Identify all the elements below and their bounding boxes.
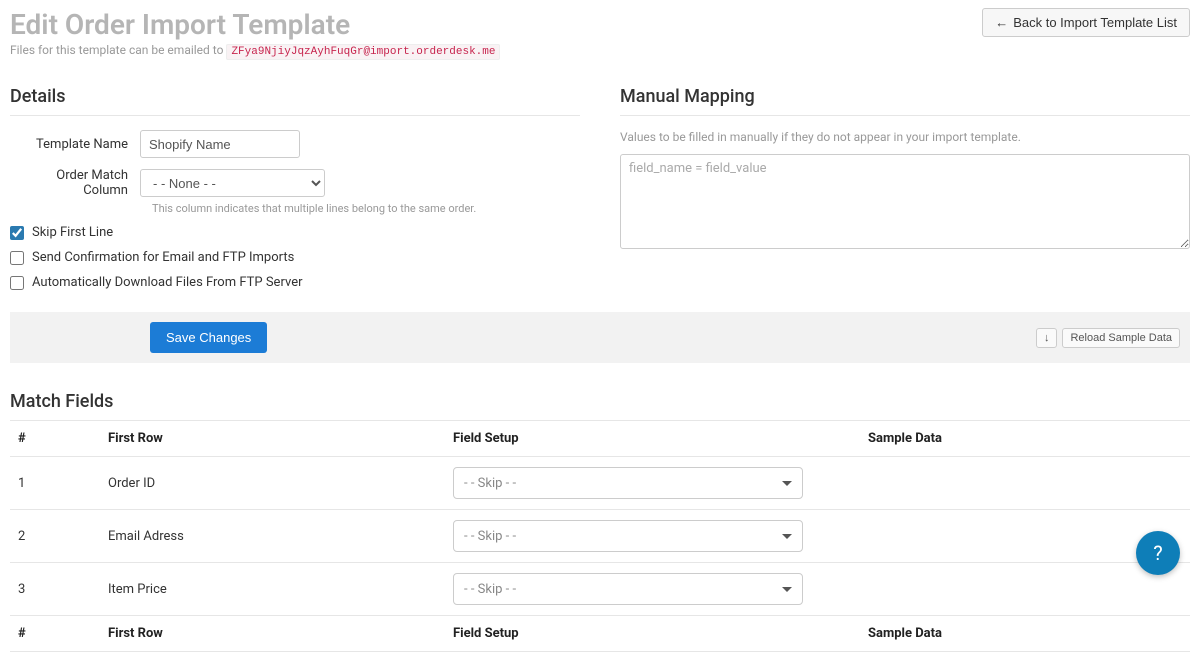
field-setup-select[interactable]: - - Skip - - bbox=[453, 573, 803, 605]
table-row: 3Item Price - - Skip - - bbox=[10, 563, 1190, 616]
reload-sample-button[interactable]: Reload Sample Data bbox=[1062, 328, 1180, 348]
details-section-title: Details bbox=[10, 86, 580, 116]
field-setup-value: - - Skip - - bbox=[464, 529, 516, 544]
row-first-row: Order ID bbox=[100, 457, 445, 510]
row-num: 1 bbox=[10, 457, 100, 510]
field-setup-select[interactable]: - - Skip - - bbox=[453, 467, 803, 499]
arrow-left-icon bbox=[995, 15, 1008, 30]
order-match-select[interactable]: - - None - - bbox=[140, 169, 325, 197]
chevron-down-icon bbox=[782, 481, 792, 486]
table-row: 2Email Adress - - Skip - - bbox=[10, 510, 1190, 563]
help-fab-button[interactable]: ? bbox=[1136, 531, 1180, 575]
col-footer-field-setup: Field Setup bbox=[445, 616, 860, 652]
row-sample-data bbox=[860, 457, 1190, 510]
skip-first-line-checkbox[interactable] bbox=[10, 226, 24, 240]
match-fields-title: Match Fields bbox=[10, 391, 1190, 421]
col-header-first-row: First Row bbox=[100, 421, 445, 457]
col-header-sample-data: Sample Data bbox=[860, 421, 1190, 457]
row-num: 2 bbox=[10, 510, 100, 563]
manual-mapping-title: Manual Mapping bbox=[620, 86, 1190, 116]
row-field-setup-cell: - - Skip - - bbox=[445, 510, 860, 563]
row-field-setup-cell: - - Skip - - bbox=[445, 563, 860, 616]
chevron-down-icon bbox=[782, 534, 792, 539]
save-changes-button[interactable]: Save Changes bbox=[150, 322, 267, 353]
manual-mapping-textarea[interactable] bbox=[620, 154, 1190, 249]
row-first-row: Email Adress bbox=[100, 510, 445, 563]
field-setup-select[interactable]: - - Skip - - bbox=[453, 520, 803, 552]
auto-download-label: Automatically Download Files From FTP Se… bbox=[32, 275, 303, 290]
col-header-num: # bbox=[10, 421, 100, 457]
send-confirmation-label: Send Confirmation for Email and FTP Impo… bbox=[32, 250, 294, 265]
manual-mapping-desc: Values to be filled in manually if they … bbox=[620, 130, 1190, 144]
send-confirmation-checkbox[interactable] bbox=[10, 251, 24, 265]
reload-icon-button[interactable]: ↓ bbox=[1036, 328, 1058, 348]
template-name-label: Template Name bbox=[10, 137, 140, 152]
order-match-label: Order Match Column bbox=[10, 168, 140, 198]
table-row: 1Order ID - - Skip - - bbox=[10, 457, 1190, 510]
col-footer-first-row: First Row bbox=[100, 616, 445, 652]
row-first-row: Item Price bbox=[100, 563, 445, 616]
import-email-code: ZFya9NjiyJqzAyhFuqGr@import.orderdesk.me bbox=[226, 44, 500, 60]
row-num: 3 bbox=[10, 563, 100, 616]
page-subtitle: Files for this template can be emailed t… bbox=[10, 43, 500, 58]
row-field-setup-cell: - - Skip - - bbox=[445, 457, 860, 510]
skip-first-line-label: Skip First Line bbox=[32, 225, 113, 240]
field-setup-value: - - Skip - - bbox=[464, 476, 516, 491]
back-to-list-label: Back to Import Template List bbox=[1013, 15, 1177, 30]
col-footer-num: # bbox=[10, 616, 100, 652]
col-footer-sample-data: Sample Data bbox=[860, 616, 1190, 652]
row-sample-data bbox=[860, 563, 1190, 616]
field-setup-value: - - Skip - - bbox=[464, 582, 516, 597]
page-title: Edit Order Import Template bbox=[10, 8, 500, 41]
match-fields-table: # First Row Field Setup Sample Data 1Ord… bbox=[10, 421, 1190, 652]
auto-download-checkbox[interactable] bbox=[10, 276, 24, 290]
col-header-field-setup: Field Setup bbox=[445, 421, 860, 457]
chevron-down-icon bbox=[782, 587, 792, 592]
back-to-list-button[interactable]: Back to Import Template List bbox=[982, 8, 1190, 37]
template-name-input[interactable] bbox=[140, 130, 300, 158]
action-bar: Save Changes ↓ Reload Sample Data bbox=[10, 312, 1190, 363]
subtitle-text: Files for this template can be emailed t… bbox=[10, 43, 223, 57]
order-match-help: This column indicates that multiple line… bbox=[152, 202, 580, 215]
